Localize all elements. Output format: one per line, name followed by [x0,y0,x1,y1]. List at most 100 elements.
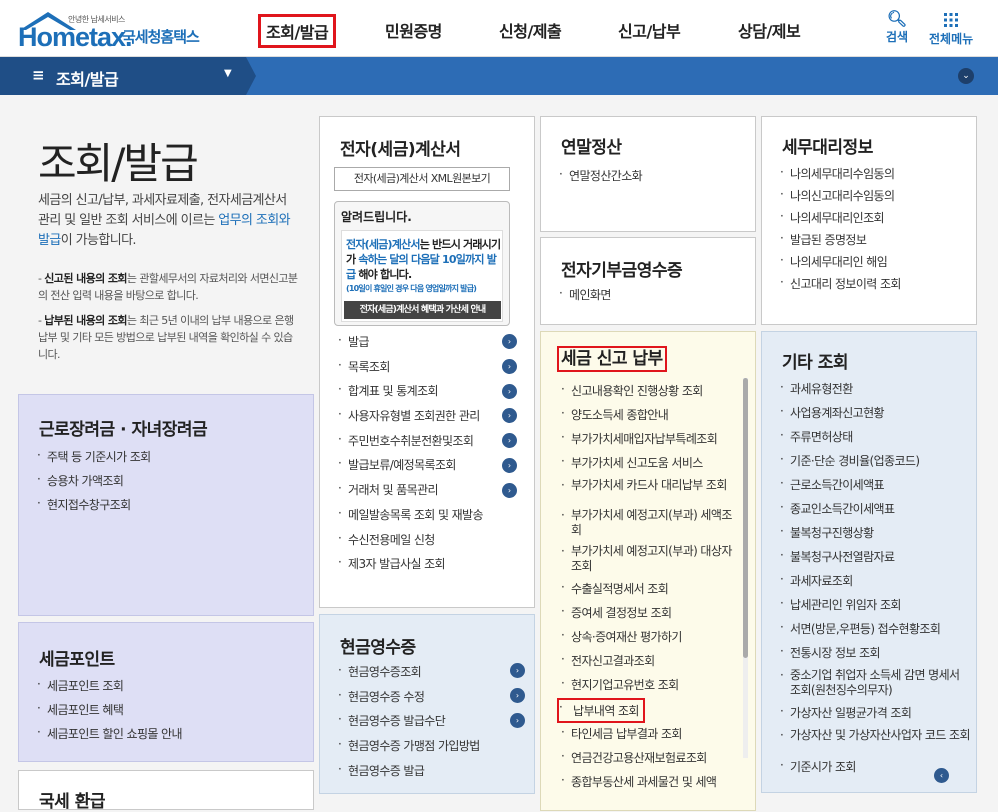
list-item[interactable]: 현금영수증 발급수단 [338,712,528,737]
payment-history-link[interactable]: 납부내역 조회 [557,698,645,723]
chevron-right-icon[interactable]: › [510,713,525,728]
sub-nav-bar: ≡ 조회/발급 ▼ ⌄ [0,57,998,95]
gnb-application[interactable]: 신청/제출 [499,18,562,42]
list-item[interactable]: 나의신고대리수임동의 [780,187,901,209]
chevron-right-icon[interactable]: › [510,663,525,678]
list-item[interactable]: 세금포인트 혜택 [37,701,182,718]
list-item[interactable]: 종합부동산세 과세물건 및 세액 [561,773,739,797]
panel-incentive: 근로장려금 · 자녀장려금 주택 등 기준시가 조회 승용차 가액조회 현지접수… [18,394,314,616]
chevron-right-icon[interactable]: › [502,458,517,473]
list-item[interactable]: 주민번호수취분전환및조회 [338,432,528,457]
panel-title: 세무대리정보 [782,138,873,158]
search-button[interactable]: 🔍︎ 검색 [886,10,908,45]
chevron-right-icon[interactable]: › [502,359,517,374]
list-item[interactable]: 현금영수증 가맹점 가입방법 [338,737,528,762]
list-item[interactable]: 가상자산 일평균가격 조회 [780,704,970,728]
list-item[interactable]: 수출실적명세서 조회 [561,580,739,604]
list-item[interactable]: 현지접수창구조회 [37,496,151,513]
panel-title: 근로장려금 · 자녀장려금 [39,420,208,440]
list-item[interactable]: 연금건강고용산재보험료조회 [561,749,739,773]
hometax-logo[interactable]: 안녕한 납세서비스 Hometax. 국세청홈택스 [18,8,218,52]
panel-e-invoice: 전자(세금)계산서 전자(세금)계산서 XML원본보기 알려드립니다. 전자(세… [319,116,535,608]
list-item[interactable]: 부가가치세 신고도움 서비스 [561,454,739,478]
list-item[interactable]: 과세유형전환 [780,380,970,404]
list-item[interactable]: 나의세무대리인 해임 [780,253,901,275]
gnb-consult[interactable]: 상담/제보 [738,18,801,42]
list-item[interactable]: 불복청구사전열람자료 [780,548,970,572]
list-item[interactable]: 부가가치세 예정고지(부과) 세액조회 [561,508,739,538]
scrollbar-thumb[interactable] [743,378,748,658]
list-item[interactable]: 불복청구진행상황 [780,524,970,548]
list-item[interactable]: 나의세무대리수임동의 [780,165,901,187]
list-item[interactable]: 현금영수증 발급 [338,762,528,787]
list-item[interactable]: 과세자료조회 [780,572,970,596]
list-item[interactable]: 현금영수증 수정 [338,688,528,713]
list-item[interactable]: 발급된 증명정보 [780,231,901,253]
list-item[interactable]: 상속·증여재산 평가하기 [561,628,739,652]
list-item[interactable]: 종교인소득간이세액표 [780,500,970,524]
gnb-inquiry[interactable]: 조회/발급 [258,14,337,48]
list-item[interactable]: 전통시장 정보 조회 [780,644,970,668]
list-item[interactable]: 메일발송목록 조회 및 재발송 [338,506,528,531]
list-item[interactable]: 주택 등 기준시가 조회 [37,448,151,465]
logo-korean: 국세청홈택스 [122,28,200,46]
panel-title: 현금영수증 [340,638,416,658]
list-item[interactable]: 부가가치세 예정고지(부과) 대상자 조회 [561,544,739,574]
list-item[interactable]: 목록조회 [338,358,528,383]
xml-view-button[interactable]: 전자(세금)계산서 XML원본보기 [334,167,510,191]
list-item[interactable]: 거래처 및 품목관리 [338,481,528,506]
list-item[interactable]: 부가가치세 카드사 대리납부 조회 [561,478,739,502]
list-item[interactable]: 전자신고결과조회 [561,652,739,676]
list-item[interactable]: 부가가치세매입자납부특례조회 [561,430,739,454]
logo-text: Hometax. [18,22,133,52]
list-item[interactable]: 발급보류/예정목록조회 [338,456,528,481]
list-item[interactable]: 사업용계좌신고현황 [780,404,970,428]
search-label: 검색 [886,30,909,44]
list-item[interactable]: 발급 [338,333,528,358]
all-menu-label: 전체메뉴 [929,32,974,46]
list-item[interactable]: 사용자유형별 조회권한 관리 [338,407,528,432]
list-item[interactable]: 메인화면 [559,286,611,303]
panel-refund: 국세 환급 [18,770,314,812]
chevron-right-icon[interactable]: › [502,334,517,349]
chevron-down-icon[interactable]: ⌄ [958,68,974,84]
all-menu-button[interactable]: 전체메뉴 [929,10,973,47]
list-item[interactable]: 근로소득간이세액표 [780,476,970,500]
current-menu-dropdown[interactable]: ≡ 조회/발급 ▼ [0,57,246,95]
list-item[interactable]: 승용차 가액조회 [37,472,151,489]
note-reported: - 신고된 내용의 조회는 관할세무서의 자료처리와 서면신고분의 전산 입력 … [38,272,298,302]
chevron-right-icon[interactable]: › [502,433,517,448]
list-item[interactable]: 양도소득세 종합안내 [561,406,739,430]
list-item[interactable]: 현금영수증조회 [338,663,528,688]
list-item[interactable]: 연말정산간소화 [559,167,643,184]
chevron-right-icon[interactable]: › [502,408,517,423]
benefit-guide-button[interactable]: 전자(세금)계산서 혜택과 가산세 안내 [344,301,501,319]
list-item[interactable]: 기준·단순 경비율(업종코드) [780,452,970,476]
panel-tax-report: 세금 신고 납부 신고내용확인 진행상황 조회 양도소득세 종합안내 부가가치세… [540,331,756,811]
notice-content: 전자(세금)계산서는 반드시 거래시기가 속하는 달의 다음달 10일까지 발급… [341,230,503,322]
hamburger-icon: ≡ [32,66,45,84]
gnb-report-payment[interactable]: 신고/납부 [618,18,681,42]
list-item[interactable]: 신고내용확인 진행상황 조회 [561,382,739,406]
list-item[interactable]: 제3자 발급사실 조회 [338,555,528,580]
list-item[interactable]: 나의세무대리인조회 [780,209,901,231]
list-item[interactable]: 가상자산 및 가상자산사업자 코드 조회 [780,728,971,752]
list-item[interactable]: 주류면허상태 [780,428,970,452]
list-item[interactable]: 신고대리 정보이력 조회 [780,275,901,297]
list-item[interactable]: 세금포인트 할인 쇼핑몰 안내 [37,725,183,742]
chevron-right-icon[interactable]: › [510,688,525,703]
chevron-right-icon[interactable]: › [502,384,517,399]
list-item[interactable]: 수신전용메일 신청 [338,531,528,556]
list-item[interactable]: 증여세 결정정보 조회 [561,604,739,628]
list-item[interactable]: 세금포인트 조회 [37,677,182,694]
chevron-left-icon[interactable]: ‹ [934,768,949,783]
grid-menu-icon [944,13,959,27]
list-item[interactable]: 납세관리인 위임자 조회 [780,596,970,620]
list-item[interactable]: 서면(방문,우편등) 접수현황조회 [780,620,970,644]
chevron-right-icon[interactable]: › [502,483,517,498]
gnb-certificate[interactable]: 민원증명 [385,18,442,42]
list-item[interactable]: 중소기업 취업자 소득세 감면 명세서 조회(원천징수의무자) [780,668,970,698]
list-item[interactable]: 합계표 및 통계조회 [338,382,528,407]
list-item[interactable]: 현지기업고유번호 조회 [561,676,739,700]
list-item[interactable]: 타인세금 납부결과 조회 [561,725,739,749]
